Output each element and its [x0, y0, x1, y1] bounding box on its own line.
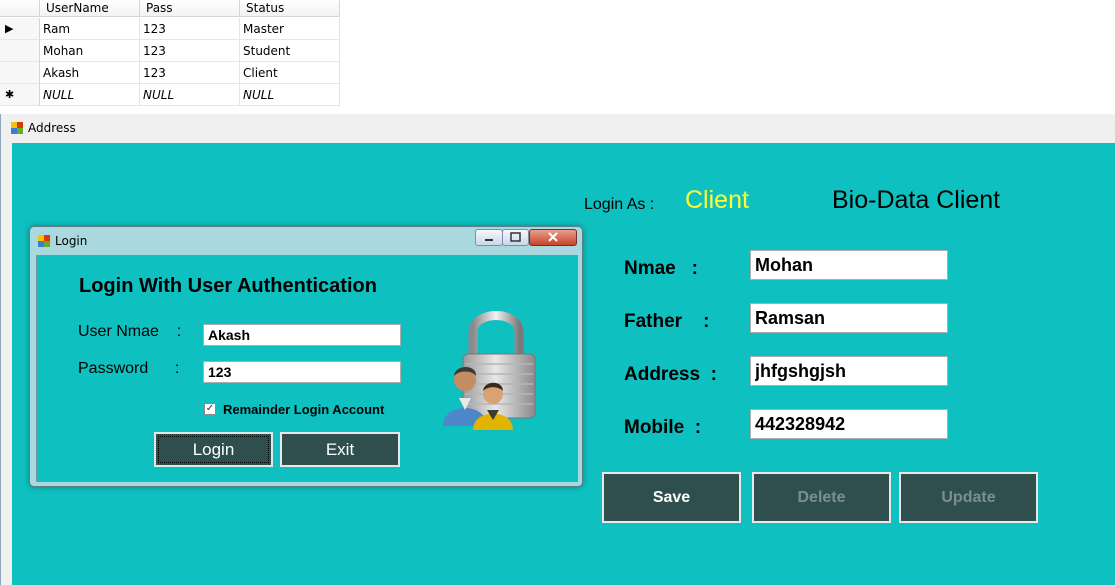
table-cell[interactable]: 123 — [140, 62, 240, 84]
table-cell[interactable]: Client — [240, 62, 340, 84]
table-cell[interactable]: 123 — [140, 18, 240, 40]
row-header[interactable] — [0, 40, 40, 62]
update-button[interactable]: Update — [899, 472, 1038, 523]
father-field[interactable] — [750, 303, 948, 333]
table-cell[interactable]: Master — [240, 18, 340, 40]
close-icon — [548, 232, 558, 242]
address-window-titlebar[interactable]: Address — [11, 114, 76, 142]
login-window: Login Login With User Authentication Use… — [29, 226, 583, 487]
table-cell[interactable]: Ram — [40, 18, 140, 40]
form-icon — [38, 235, 50, 247]
table-cell[interactable]: Akash — [40, 62, 140, 84]
minimize-button[interactable] — [475, 229, 503, 246]
password-field[interactable] — [203, 361, 401, 383]
login-window-titlebar[interactable]: Login — [38, 230, 87, 252]
table-cell-null[interactable]: NULL — [40, 84, 140, 106]
username-label: User Nmae : — [78, 323, 182, 340]
bio-data-heading: Bio-Data Client — [832, 186, 1001, 214]
login-window-title: Login — [55, 234, 88, 248]
login-heading: Login With User Authentication — [79, 275, 377, 297]
name-label: Nmae : — [624, 258, 698, 279]
remember-checkbox[interactable]: ✓ — [204, 403, 216, 415]
name-field[interactable] — [750, 250, 948, 280]
row-header[interactable] — [0, 62, 40, 84]
exit-button[interactable]: Exit — [280, 432, 400, 467]
save-button[interactable]: Save — [602, 472, 741, 523]
username-field[interactable] — [203, 324, 401, 346]
user-data-grid[interactable]: UserName Pass Status ▶ Ram 123 Master Mo… — [0, 0, 340, 106]
table-cell-null[interactable]: NULL — [240, 84, 340, 106]
address-field[interactable] — [750, 356, 948, 386]
maximize-icon — [510, 232, 521, 242]
father-label: Father : — [624, 311, 710, 332]
mobile-field[interactable] — [750, 409, 948, 439]
address-window-title: Address — [28, 121, 76, 135]
address-label: Address : — [624, 364, 717, 385]
login-as-value: Client — [685, 186, 749, 214]
row-header-new-icon[interactable]: ✱ — [0, 84, 40, 106]
table-cell[interactable]: 123 — [140, 40, 240, 62]
password-label: Password : — [78, 360, 180, 377]
grid-header-username[interactable]: UserName — [40, 0, 140, 17]
login-client-area: Login With User Authentication User Nmae… — [36, 255, 578, 482]
row-header-current-icon[interactable]: ▶ — [0, 18, 40, 40]
table-cell[interactable]: Student — [240, 40, 340, 62]
delete-button[interactable]: Delete — [752, 472, 891, 523]
close-button[interactable] — [529, 229, 577, 246]
login-as-label: Login As : — [584, 196, 655, 213]
form-icon — [11, 122, 23, 134]
minimize-icon — [485, 239, 493, 241]
grid-header-status[interactable]: Status — [240, 0, 340, 17]
table-cell[interactable]: Mohan — [40, 40, 140, 62]
maximize-button[interactable] — [502, 229, 529, 246]
padlock-users-icon — [443, 311, 536, 430]
login-button[interactable]: Login — [154, 432, 273, 467]
table-cell-null[interactable]: NULL — [140, 84, 240, 106]
mobile-label: Mobile : — [624, 417, 702, 438]
grid-corner — [0, 0, 40, 17]
remember-label[interactable]: Remainder Login Account — [223, 402, 384, 417]
grid-header-pass[interactable]: Pass — [140, 0, 240, 17]
